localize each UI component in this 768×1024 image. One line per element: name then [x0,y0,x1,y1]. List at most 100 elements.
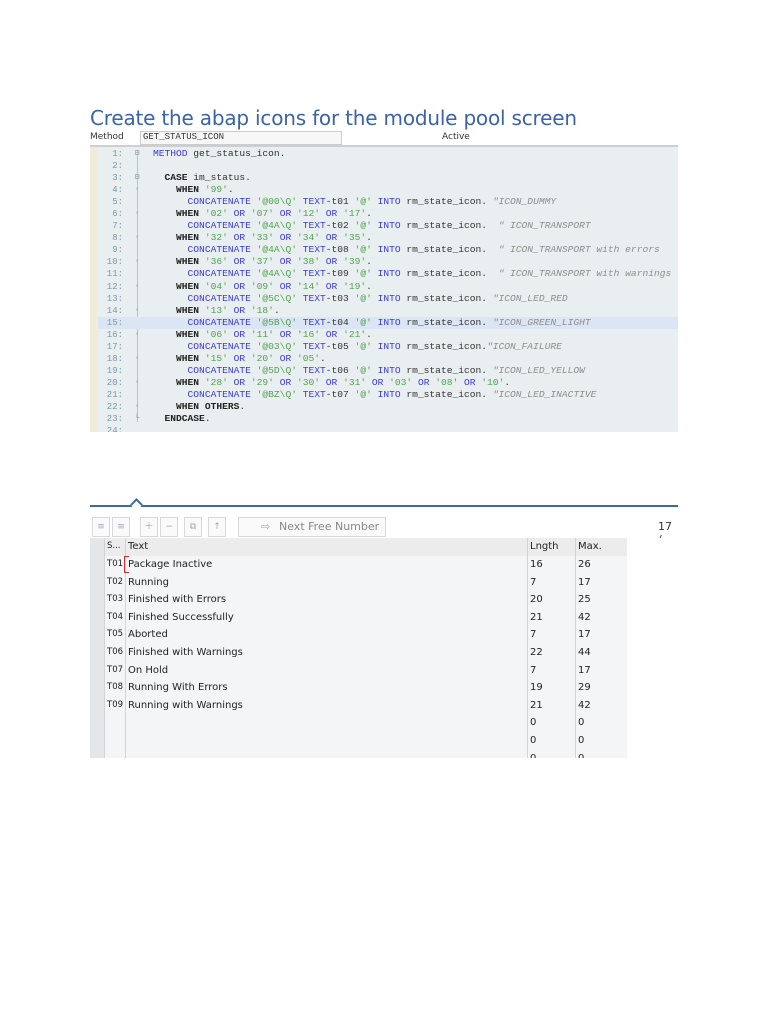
cell-text[interactable] [125,732,527,750]
cell-length[interactable]: 0 [527,749,575,758]
cell-text[interactable]: Package Inactive [125,556,527,574]
deselect-all-icon[interactable]: ≡ [112,517,130,537]
cell-length[interactable]: 21 [527,696,575,715]
cell-max[interactable]: 44 [575,644,627,662]
cell-text[interactable]: Running [125,573,527,592]
cell-text[interactable]: Running With Errors [125,679,527,697]
cell-symbol[interactable]: T03 [104,591,125,609]
row-selector-header[interactable] [90,538,104,556]
cell-symbol[interactable]: T08 [104,679,125,697]
fold-marker-icon[interactable]: ◦ [133,377,141,389]
cell-length[interactable]: 0 [527,714,575,732]
cell-max[interactable]: 0 [575,732,627,750]
cell-text[interactable]: Finished with Errors [125,591,527,609]
row-selector[interactable] [90,714,104,732]
row-selector[interactable] [90,556,104,574]
cell-length[interactable]: 21 [527,608,575,627]
code-line[interactable]: 22: ◦ WHEN OTHERS. [98,401,678,413]
next-free-number-button[interactable]: ⇨ Next Free Number [238,517,386,537]
table-row[interactable]: 00 [90,732,627,751]
cell-length[interactable]: 22 [527,644,575,662]
fold-marker-icon[interactable]: └ [133,413,141,425]
cell-text[interactable]: Running with Warnings [125,696,527,715]
fold-marker-icon[interactable]: ⊟ [133,172,141,184]
fold-marker-icon[interactable]: ◦ [133,401,141,413]
cell-text[interactable]: Finished with Warnings [125,644,527,662]
cell-text[interactable]: Aborted [125,626,527,644]
column-header-symbol[interactable]: S... [104,538,125,556]
cell-symbol[interactable] [104,749,125,758]
cell-length[interactable]: 7 [527,661,575,680]
fold-marker-icon[interactable]: ⊟ [133,148,141,160]
cell-symbol[interactable]: T06 [104,644,125,662]
row-selector[interactable] [90,749,104,758]
table-row[interactable]: T09 Running with Warnings 21 42 [90,696,627,716]
column-header-max[interactable]: Max. [575,538,627,556]
cell-text[interactable] [125,714,527,732]
cell-length[interactable]: 16 [527,556,575,574]
code-line[interactable]: 12: ◦ WHEN '04' OR '09' OR '14' OR '19'. [98,281,678,293]
code-line[interactable]: 11: CONCATENATE '@4A\Q' TEXT-t09 '@' INT… [98,268,678,280]
cell-max[interactable]: 25 [575,591,627,609]
table-row[interactable]: T02 Running 7 17 [90,573,627,593]
code-line[interactable]: 18: ◦ WHEN '15' OR '20' OR '05'. [98,353,678,365]
table-row[interactable]: T08 Running With Errors 19 29 [90,679,627,698]
row-selector[interactable] [90,626,104,644]
fold-marker-icon[interactable]: ◦ [133,256,141,268]
row-selector[interactable] [90,591,104,609]
code-line[interactable]: 14: ◦ WHEN '13' OR '18'. [98,305,678,317]
cell-length[interactable]: 19 [527,679,575,697]
table-row[interactable]: T06 Finished with Warnings 22 44 [90,644,627,663]
code-line[interactable]: 7: CONCATENATE '@4A\Q' TEXT-t02 '@' INTO… [98,220,678,232]
cell-symbol[interactable]: T09 [104,696,125,715]
cell-length[interactable]: 20 [527,591,575,609]
select-all-icon[interactable]: ≡ [92,517,110,537]
fold-marker-icon[interactable]: ◦ [133,281,141,293]
table-row[interactable]: 00 [90,749,627,758]
cell-text[interactable] [125,749,527,758]
cell-max[interactable]: 26 [575,556,627,574]
code-line[interactable]: 19: CONCATENATE '@5D\Q' TEXT-t06 '@' INT… [98,365,678,377]
cell-max[interactable]: 0 [575,714,627,732]
code-line[interactable]: 24: [98,425,678,432]
cell-max[interactable]: 0 [575,749,627,758]
code-line[interactable]: 17: CONCATENATE '@03\Q' TEXT-t05 '@' INT… [98,341,678,353]
code-line[interactable]: 23: └ ENDCASE. [98,413,678,425]
code-line[interactable]: 2: [98,160,678,172]
cell-max[interactable]: 42 [575,696,627,715]
cell-length[interactable]: 7 [527,573,575,592]
row-selector[interactable] [90,573,104,592]
cell-symbol[interactable] [104,732,125,750]
cell-symbol[interactable]: T02 [104,573,125,592]
sort-icon[interactable]: ↑ [208,517,226,537]
code-line[interactable]: 15: CONCATENATE '@5B\Q' TEXT-t04 '@' INT… [98,316,678,329]
row-selector[interactable] [90,732,104,750]
code-line[interactable]: 1: ⊟ METHOD get_status_icon. [98,148,678,160]
cell-max[interactable]: 17 [575,626,627,644]
code-line[interactable]: 3: ⊟ CASE im_status. [98,172,678,184]
table-row[interactable]: T04 Finished Successfully 21 42 [90,608,627,628]
abap-code-editor[interactable]: Method GET_STATUS_ICON Active 1: ⊟ METHOD … [90,130,678,432]
cell-symbol[interactable] [104,714,125,732]
fold-marker-icon[interactable]: ◦ [133,353,141,365]
cell-symbol[interactable]: T01 [104,556,125,574]
row-selector[interactable] [90,644,104,662]
delete-row-icon[interactable]: − [160,517,178,537]
cell-max[interactable]: 42 [575,608,627,627]
table-row[interactable]: T03 Finished with Errors 20 25 [90,591,627,610]
code-line[interactable]: 10: ◦ WHEN '36' OR '37' OR '38' OR '39'. [98,256,678,268]
code-line[interactable]: 20: ◦ WHEN '28' OR '29' OR '30' OR '31' O… [98,377,678,389]
fold-marker-icon[interactable]: ◦ [133,329,141,341]
cell-symbol[interactable]: T07 [104,661,125,680]
fold-marker-icon[interactable]: ◦ [133,305,141,317]
code-line[interactable]: 5: CONCATENATE '@00\Q' TEXT-t01 '@' INTO… [98,196,678,208]
row-selector[interactable] [90,679,104,697]
table-row[interactable]: T01 Package Inactive 16 26 [90,556,627,575]
table-row[interactable]: 00 [90,714,627,733]
fold-marker-icon[interactable]: ◦ [133,208,141,220]
column-header-length[interactable]: Lngth [527,538,575,556]
fold-marker-icon[interactable]: ◦ [133,184,141,196]
code-lines[interactable]: 1: ⊟ METHOD get_status_icon. 2: 3: ⊟ CASE im_… [98,148,678,432]
code-line[interactable]: 8: ◦ WHEN '32' OR '33' OR '34' OR '35'. [98,232,678,244]
cell-length[interactable]: 7 [527,626,575,644]
